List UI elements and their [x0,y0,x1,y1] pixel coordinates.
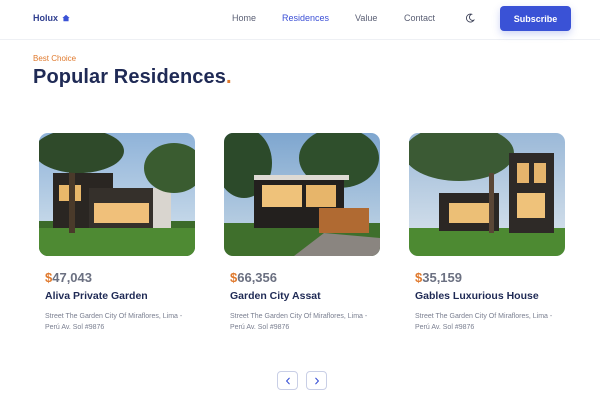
moon-icon[interactable] [465,13,475,23]
nav-home-link[interactable]: Home [232,13,256,23]
residence-photo[interactable] [224,133,380,256]
nav-residences-link[interactable]: Residences [282,13,329,23]
subscribe-button[interactable]: Subscribe [500,6,571,31]
chevron-left-icon [285,377,290,384]
nav-value-link[interactable]: Value [355,13,377,23]
next-button[interactable] [306,371,327,390]
price-value: 35,159 [422,270,462,285]
residence-card[interactable]: $35,159 Gables Luxurious House Street Th… [409,133,565,331]
price-value: 66,356 [237,270,277,285]
title-accent-dot: . [225,66,232,88]
residence-card[interactable]: $66,356 Garden City Assat Street The Gar… [224,133,380,331]
nav-contact-link[interactable]: Contact [404,13,435,23]
residence-photo[interactable] [409,133,565,256]
residence-address: Street The Garden City Of Miraflores, Li… [230,313,368,331]
residence-address: Street The Garden City Of Miraflores, Li… [415,313,553,331]
price-tag: $66,356 [230,270,277,285]
residence-photo[interactable] [39,133,195,256]
price-tag: $47,043 [45,270,92,285]
residence-card[interactable]: $47,043 Aliva Private Garden Street The … [39,133,195,331]
section-eyebrow: Best Choice [33,54,77,63]
residence-name: Gables Luxurious House [415,290,539,302]
residence-name: Garden City Assat [230,290,321,302]
chevron-right-icon [314,377,319,384]
price-value: 47,043 [52,270,92,285]
residence-name: Aliva Private Garden [45,290,148,302]
section-title-text: Popular Residences [33,66,226,88]
price-tag: $35,159 [415,270,462,285]
top-header: Holux Home Residences Value Contact Subs… [0,0,600,40]
residence-address: Street The Garden City Of Miraflores, Li… [45,313,183,331]
previous-button[interactable] [277,371,298,390]
section-title: Popular Residences. [33,66,232,89]
